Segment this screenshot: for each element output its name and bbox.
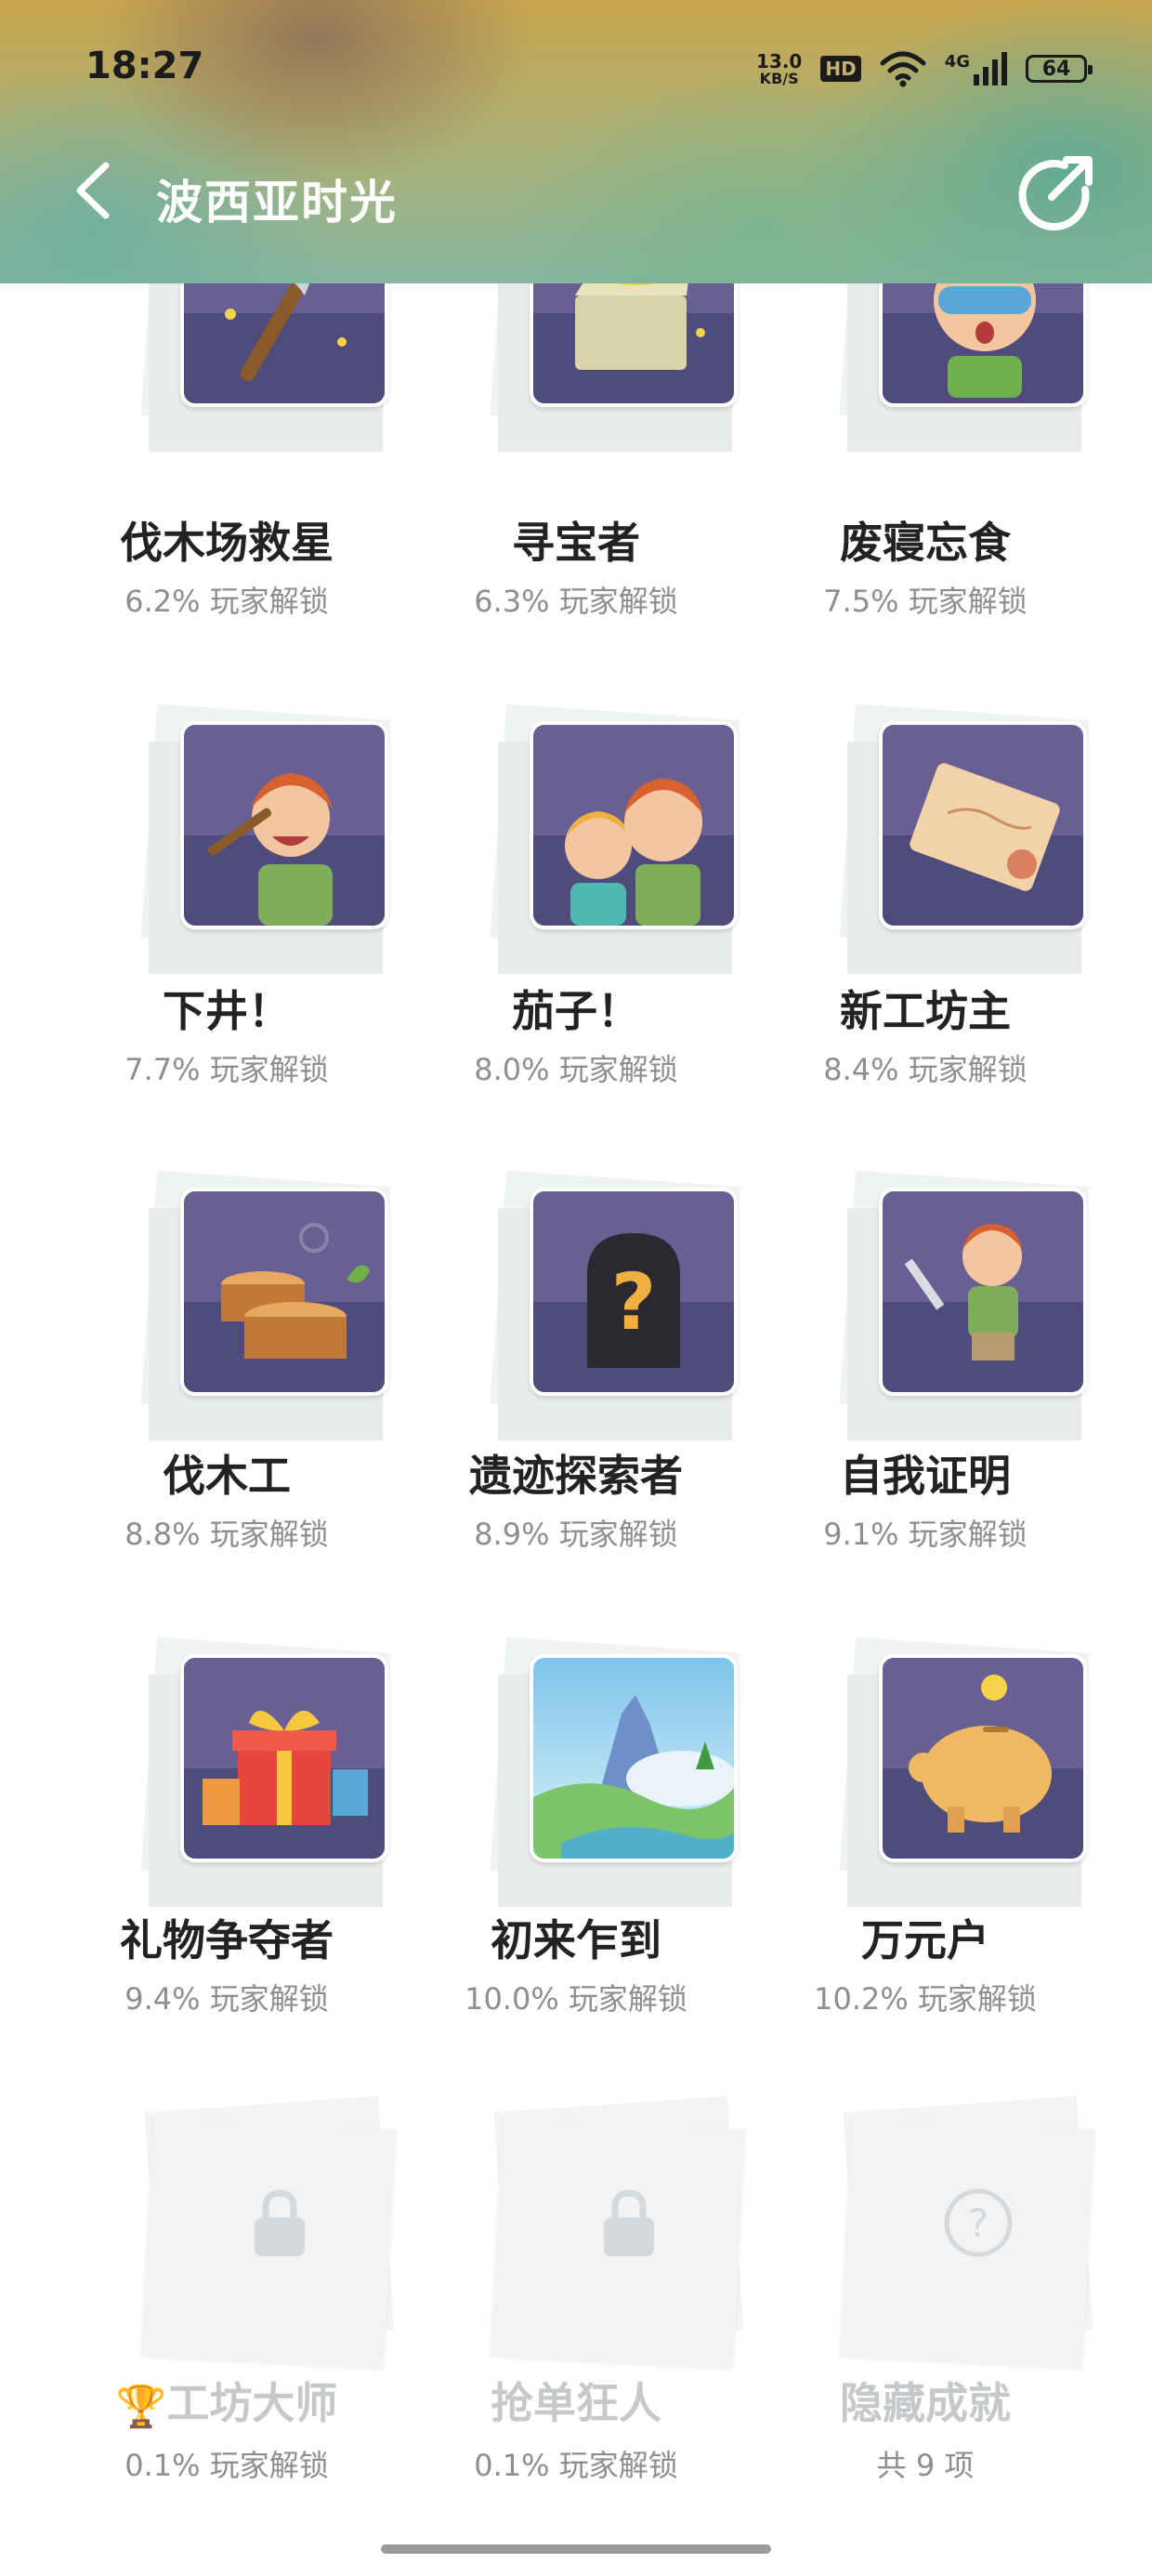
hidden-achievements-count: 共 9 项	[876, 2448, 975, 2483]
achievement-percent: 10.2% 玩家解锁	[814, 1981, 1037, 2017]
deed-icon	[879, 721, 1087, 929]
piggy-bank-icon	[879, 1654, 1087, 1862]
achievement-card[interactable]: 自我证明 9.1% 玩家解锁	[751, 1170, 1100, 1591]
lock-icon	[255, 2189, 305, 2256]
landscape-icon	[530, 1654, 738, 1862]
home-indicator[interactable]	[381, 2544, 771, 2554]
achievement-name: 废寝忘食	[840, 518, 1011, 568]
tree-stump-icon	[180, 1188, 388, 1396]
achievement-percent: 9.4% 玩家解锁	[124, 1981, 329, 2017]
ruins-question-icon: ?	[530, 1188, 738, 1396]
wifi-icon	[880, 51, 926, 87]
page-title: 波西亚时光	[156, 176, 398, 230]
hidden-achievements-card[interactable]: ? 隐藏成就 共 9 项	[751, 2096, 1100, 2520]
achievement-percent: 0.1% 玩家解锁	[124, 2448, 329, 2483]
network-speed-value: 13.0	[755, 50, 803, 72]
achievement-percent: 8.9% 玩家解锁	[474, 1517, 678, 1552]
signal-icon: 4G	[945, 52, 1007, 85]
achievement-percent: 8.0% 玩家解锁	[474, 1052, 678, 1087]
svg-text:?: ?	[611, 1256, 657, 1347]
achievement-card[interactable]: 茄子！ 8.0% 玩家解锁	[401, 703, 751, 1124]
achievement-percent: 0.1% 玩家解锁	[474, 2448, 678, 2483]
achievement-name: 新工坊主	[840, 986, 1011, 1036]
achievement-name: 伐木场救星	[120, 518, 334, 568]
hidden-achievements-title: 隐藏成就	[840, 2378, 1011, 2428]
achievement-percent: 6.3% 玩家解锁	[474, 584, 678, 619]
trophy-icon: 🏆	[115, 2383, 167, 2431]
achievement-name: 自我证明	[840, 1451, 1011, 1501]
achievement-card[interactable]: 寻宝者 6.3% 玩家解锁	[401, 181, 751, 675]
gift-icon	[180, 1654, 388, 1862]
achievement-name: 万元户	[861, 1915, 989, 1965]
network-speed: 13.0 KB/S	[756, 51, 802, 86]
battery-level: 64	[1041, 57, 1071, 81]
question-circle-icon: ?	[944, 2188, 1013, 2257]
status-time: 18:27	[85, 45, 204, 87]
network-speed-unit: KB/S	[759, 70, 799, 87]
achievement-percent: 9.1% 玩家解锁	[823, 1517, 1028, 1552]
achievement-percent: 10.0% 玩家解锁	[465, 1981, 687, 2017]
back-arrow-icon[interactable]	[67, 158, 123, 223]
achievement-card[interactable]: 新工坊主 8.4% 玩家解锁	[751, 703, 1100, 1124]
network-type: 4G	[944, 52, 970, 72]
achievement-card[interactable]: 下井！ 7.7% 玩家解锁	[52, 703, 401, 1124]
achievement-card[interactable]: z 废寝忘食 7.5% 玩家解锁	[751, 181, 1100, 675]
achievement-card[interactable]: 初来乍到 10.0% 玩家解锁	[401, 1636, 751, 2057]
achievement-card[interactable]: ? 遗迹探索者 8.9% 玩家解锁	[401, 1170, 751, 1591]
achievement-card[interactable]: 伐木场救星 6.2% 玩家解锁	[52, 181, 401, 675]
achievement-card-locked[interactable]: 🏆工坊大师 0.1% 玩家解锁	[52, 2096, 401, 2520]
svg-text:?: ?	[968, 2201, 988, 2246]
achievement-name: 初来乍到	[491, 1915, 661, 1965]
status-icons: 13.0 KB/S HD 4G 64	[756, 43, 1093, 95]
achievement-card[interactable]: 万元户 10.2% 玩家解锁	[751, 1636, 1100, 2057]
achievement-name: 遗迹探索者	[469, 1451, 683, 1501]
achievement-name: 抢单狂人	[491, 2378, 661, 2428]
achievement-percent: 8.4% 玩家解锁	[823, 1052, 1028, 1087]
sword-boy-icon	[879, 1188, 1087, 1396]
achievement-name: 寻宝者	[512, 518, 640, 568]
achievement-percent: 7.5% 玩家解锁	[823, 584, 1028, 619]
achievement-name: 下井！	[163, 986, 291, 1036]
achievement-name: 礼物争夺者	[120, 1915, 334, 1965]
achievement-name: 茄子！	[512, 986, 640, 1036]
achievement-percent: 6.2% 玩家解锁	[124, 584, 329, 619]
miner-icon	[180, 721, 388, 929]
achievement-card[interactable]: 礼物争夺者 9.4% 玩家解锁	[52, 1636, 401, 2057]
achievement-card-locked[interactable]: 抢单狂人 0.1% 玩家解锁	[401, 2096, 751, 2520]
battery-icon: 64	[1026, 55, 1093, 83]
achievement-percent: 8.8% 玩家解锁	[124, 1517, 329, 1552]
hd-badge: HD	[820, 56, 861, 82]
achievement-name-text: 工坊大师	[166, 2378, 338, 2428]
achievement-card[interactable]: 伐木工 8.8% 玩家解锁	[52, 1170, 401, 1591]
lock-icon	[604, 2189, 654, 2256]
achievement-percent: 7.7% 玩家解锁	[124, 1052, 329, 1087]
achievement-name: 伐木工	[163, 1451, 291, 1501]
selfie-icon	[530, 721, 738, 929]
achievement-name-locked: 🏆工坊大师	[52, 2370, 401, 2431]
app-header: 18:27 13.0 KB/S HD 4G 64 波西亚时光	[0, 0, 1152, 283]
share-icon[interactable]	[1009, 151, 1098, 240]
